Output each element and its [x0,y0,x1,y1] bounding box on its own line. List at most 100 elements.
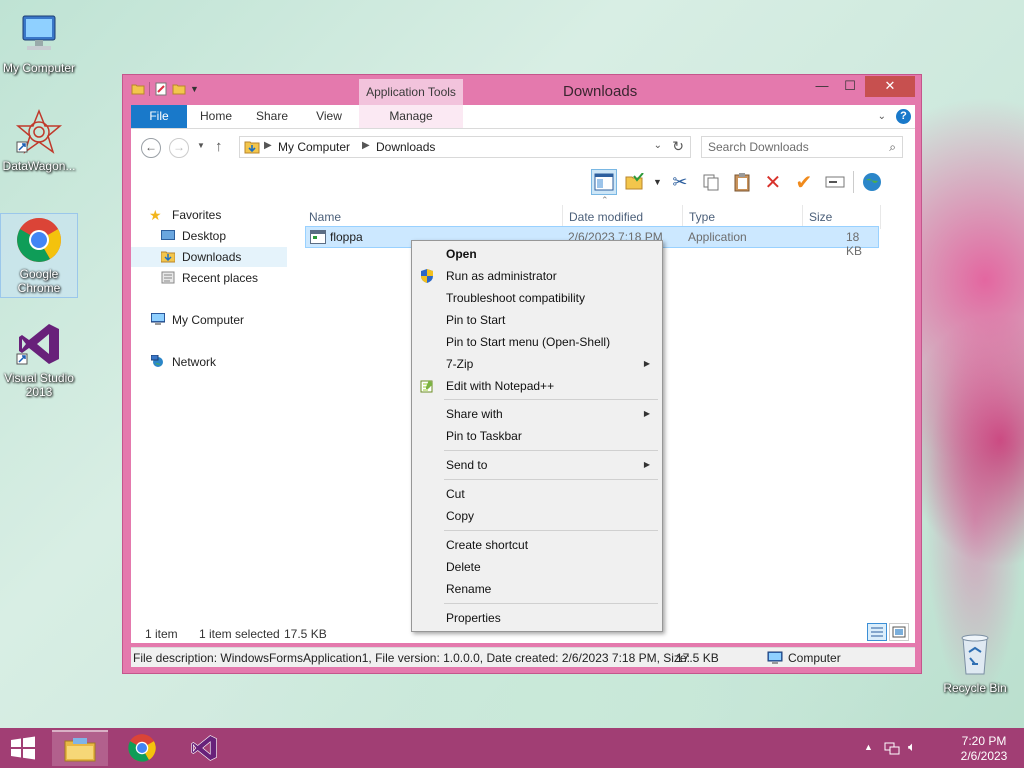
ribbon-controls: ⌄ ? [878,109,911,124]
close-button[interactable]: ✕ [865,76,915,97]
nav-my-computer[interactable]: My Computer [131,310,287,330]
copy-icon [703,174,719,191]
file-description: File description: WindowsFormsApplicatio… [133,651,690,665]
large-icons-view-icon [892,626,906,638]
desktop-icon-my-computer[interactable]: My Computer [0,10,78,75]
breadcrumb-separator[interactable]: ▶ [264,140,272,151]
network-icon [151,355,163,367]
tab-home[interactable]: Home [193,105,239,128]
menu-item-edit-with-notepad[interactable]: Edit with Notepad++ [414,375,660,397]
expand-ribbon-icon[interactable]: ⌄ [878,111,886,122]
preview-pane-icon [594,173,614,191]
command-toolbar: ▼ ✂ ✕ ✔ [591,167,885,197]
start-button[interactable] [8,736,38,760]
clock-time: 7:20 PM [961,734,1007,748]
network-tray-icon[interactable] [884,740,900,756]
recent-locations-icon[interactable]: ▼ [197,141,205,150]
desktop-icon-chrome[interactable]: Google Chrome [0,213,78,298]
paste-button[interactable] [729,169,755,195]
downloads-icon [161,251,175,263]
menu-item-label: Run as administrator [446,269,557,283]
tab-manage[interactable]: Manage [359,105,463,128]
chrome-icon [128,734,156,762]
menu-item-create-shortcut[interactable]: Create shortcut [414,534,660,556]
breadcrumb-downloads[interactable]: Downloads [376,140,435,154]
delete-button[interactable]: ✕ [760,169,786,195]
menu-separator [444,603,658,604]
show-hidden-icons-icon[interactable]: ▲ [864,742,873,752]
desktop-icon-visual-studio[interactable]: Visual Studio 2013 [0,320,78,399]
minimize-button[interactable]: — [809,76,835,97]
tab-view[interactable]: View [307,105,351,128]
maximize-button[interactable]: ☐ [837,76,863,97]
nav-favorites[interactable]: ★ Favorites [131,205,287,225]
volume-icon[interactable]: 🔈︎ [908,739,916,755]
menu-item-troubleshoot-compatibility[interactable]: Troubleshoot compatibility [414,287,660,309]
address-dropdown-icon[interactable]: ⌄ [654,140,662,151]
breadcrumb-separator[interactable]: ▶ [362,140,370,151]
menu-item-pin-to-start-menu[interactable]: Pin to Start menu (Open-Shell) [414,331,660,353]
chevron-down-icon[interactable]: ▼ [190,84,199,94]
clock[interactable]: 7:20 PM 2/6/2023 [954,734,1014,764]
chevron-down-icon[interactable]: ▼ [653,177,662,187]
file-explorer-icon [64,738,96,762]
menu-item-copy[interactable]: Copy [414,505,660,527]
details-view-button[interactable] [867,623,887,641]
menu-item-label: Send to [446,458,488,472]
new-folder-icon[interactable] [172,82,186,96]
menu-item-cut[interactable]: Cut [414,483,660,505]
menu-item-7zip[interactable]: 7-Zip ▶ [414,353,660,375]
context-menu: Open Run as administrator Troubleshoot c… [411,240,663,632]
nav-label: Desktop [182,229,227,243]
application-icon [310,230,326,244]
desktop-icon-datawagon[interactable]: DataWagon... [0,108,78,173]
help-icon[interactable]: ? [896,109,911,124]
select-folder-button[interactable] [622,169,648,195]
breadcrumb-my-computer[interactable]: My Computer [278,140,350,154]
nav-network[interactable]: Network [131,352,287,372]
menu-item-run-as-administrator[interactable]: Run as administrator [414,265,660,287]
taskbar-file-explorer[interactable] [52,730,108,766]
copy-button[interactable] [698,169,724,195]
address-bar[interactable]: ▶ My Computer ▶ Downloads ⌄ ↻ [239,136,691,158]
forward-button[interactable]: → [169,138,189,158]
tab-share[interactable]: Share [249,105,295,128]
nav-downloads[interactable]: Downloads [131,247,287,267]
rename-button[interactable] [822,169,848,195]
desktop-icon-recycle-bin[interactable]: Recycle Bin [936,630,1014,695]
apply-button[interactable]: ✔ [791,169,817,195]
menu-item-share-with[interactable]: Share with ▶ [414,403,660,425]
large-icons-view-button[interactable] [889,623,909,641]
search-box[interactable]: ⌕ [701,136,903,158]
menu-item-send-to[interactable]: Send to ▶ [414,454,660,476]
back-button[interactable]: ← [141,138,161,158]
preview-pane-button[interactable] [591,169,617,195]
menu-item-rename[interactable]: Rename [414,578,660,600]
menu-item-pin-to-start[interactable]: Pin to Start [414,309,660,331]
selected-count: 1 item selected [199,627,280,641]
globe-button[interactable] [859,169,885,195]
menu-separator [444,399,658,400]
menu-item-open[interactable]: Open [414,243,660,265]
menu-item-delete[interactable]: Delete [414,556,660,578]
nav-recent-places[interactable]: Recent places [131,268,287,288]
taskbar-chrome[interactable] [114,730,170,766]
properties-icon[interactable] [154,82,168,96]
visual-studio-icon [191,735,217,761]
tab-file[interactable]: File [131,105,187,128]
globe-icon [862,173,881,191]
recent-places-icon [161,271,175,284]
search-icon[interactable]: ⌕ [889,140,896,155]
nav-desktop[interactable]: Desktop [131,226,287,246]
taskbar-visual-studio[interactable] [176,730,232,766]
computer-icon [767,651,783,664]
menu-item-properties[interactable]: Properties [414,607,660,629]
cut-button[interactable]: ✂ [667,169,693,195]
up-arrow-icon[interactable]: ↑ [215,138,223,155]
title-bar[interactable]: ▼ Application Tools Downloads — ☐ ✕ [123,75,921,105]
refresh-icon[interactable]: ↻ [672,138,684,155]
menu-item-pin-to-taskbar[interactable]: Pin to Taskbar [414,425,660,447]
folder-icon[interactable] [131,82,145,96]
search-input[interactable] [708,138,878,156]
submenu-arrow-icon: ▶ [643,409,650,418]
